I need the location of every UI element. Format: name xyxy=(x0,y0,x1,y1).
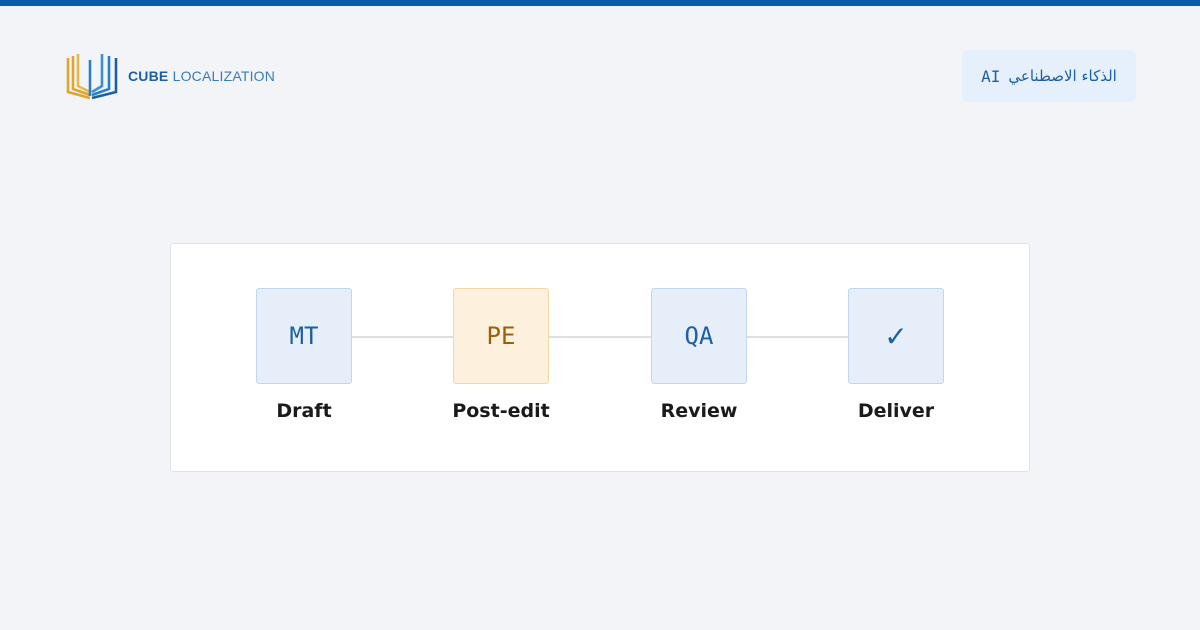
step-code-mt: MT xyxy=(256,288,352,384)
pipeline-step-draft[interactable]: MT Draft xyxy=(256,288,352,422)
brand-name-bold: CUBE xyxy=(128,68,169,84)
pipeline-connector xyxy=(747,336,849,338)
pipeline-connector xyxy=(549,336,651,338)
checkmark-icon: ✓ xyxy=(848,288,944,384)
pipeline-step-deliver[interactable]: ✓ Deliver xyxy=(848,288,944,422)
pipeline-connector xyxy=(352,336,454,338)
step-label-deliver: Deliver xyxy=(857,400,935,422)
step-code-qa: QA xyxy=(651,288,747,384)
brand-wordmark: CUBE LOCALIZATION xyxy=(128,68,275,84)
top-accent-bar xyxy=(0,0,1200,6)
pipeline-card: MT Draft PE Post-edit QA Review ✓ Delive… xyxy=(170,243,1030,472)
ai-badge-label: AI xyxy=(981,66,1001,86)
pipeline-step-post-edit[interactable]: PE Post-edit xyxy=(452,288,550,422)
brand-name-light: LOCALIZATION xyxy=(172,68,276,84)
pipeline-step-review[interactable]: QA Review xyxy=(651,288,747,422)
step-label-post-edit: Post-edit xyxy=(452,400,550,422)
ai-badge[interactable]: AI الذكاء الاصطناعي xyxy=(962,50,1136,102)
step-label-review: Review xyxy=(660,400,738,422)
step-code-pe: PE xyxy=(453,288,549,384)
step-label-draft: Draft xyxy=(276,400,332,422)
brand-logo[interactable]: CUBE LOCALIZATION xyxy=(62,52,275,100)
ai-badge-arabic-label: الذكاء الاصطناعي xyxy=(1008,67,1117,85)
open-book-logo-icon xyxy=(66,54,118,100)
